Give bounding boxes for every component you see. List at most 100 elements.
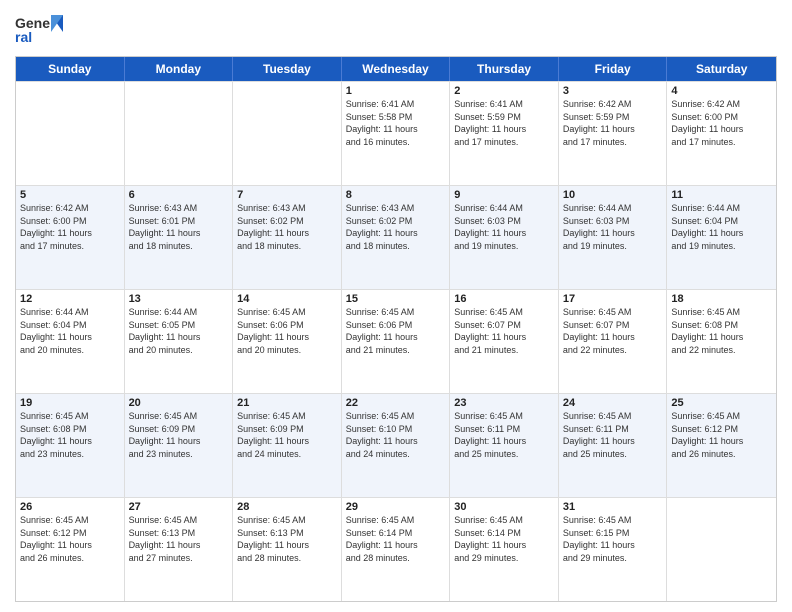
day-number: 23 [454, 397, 554, 409]
day-info: Sunrise: 6:41 AM Sunset: 5:59 PM Dayligh… [454, 98, 554, 148]
calendar-day-11: 11Sunrise: 6:44 AM Sunset: 6:04 PM Dayli… [667, 186, 776, 289]
day-number: 21 [237, 397, 337, 409]
calendar-day-12: 12Sunrise: 6:44 AM Sunset: 6:04 PM Dayli… [16, 290, 125, 393]
day-info: Sunrise: 6:45 AM Sunset: 6:08 PM Dayligh… [671, 306, 772, 356]
day-info: Sunrise: 6:45 AM Sunset: 6:15 PM Dayligh… [563, 514, 663, 564]
calendar-header: SundayMondayTuesdayWednesdayThursdayFrid… [16, 57, 776, 81]
day-info: Sunrise: 6:45 AM Sunset: 6:14 PM Dayligh… [454, 514, 554, 564]
calendar-day-7: 7Sunrise: 6:43 AM Sunset: 6:02 PM Daylig… [233, 186, 342, 289]
day-info: Sunrise: 6:45 AM Sunset: 6:07 PM Dayligh… [454, 306, 554, 356]
day-number: 29 [346, 501, 446, 513]
calendar-empty-0-1 [125, 82, 234, 185]
day-number: 8 [346, 189, 446, 201]
day-number: 12 [20, 293, 120, 305]
calendar-day-25: 25Sunrise: 6:45 AM Sunset: 6:12 PM Dayli… [667, 394, 776, 497]
day-info: Sunrise: 6:43 AM Sunset: 6:01 PM Dayligh… [129, 202, 229, 252]
day-number: 15 [346, 293, 446, 305]
day-number: 26 [20, 501, 120, 513]
day-number: 1 [346, 85, 446, 97]
day-info: Sunrise: 6:45 AM Sunset: 6:07 PM Dayligh… [563, 306, 663, 356]
day-number: 10 [563, 189, 663, 201]
header: Gene ral [15, 10, 777, 50]
page: Gene ral SundayMondayTuesdayWednesdayThu… [0, 0, 792, 612]
logo: Gene ral [15, 10, 65, 50]
day-number: 3 [563, 85, 663, 97]
calendar-day-31: 31Sunrise: 6:45 AM Sunset: 6:15 PM Dayli… [559, 498, 668, 601]
calendar-day-26: 26Sunrise: 6:45 AM Sunset: 6:12 PM Dayli… [16, 498, 125, 601]
calendar-day-10: 10Sunrise: 6:44 AM Sunset: 6:03 PM Dayli… [559, 186, 668, 289]
logo-icon: Gene ral [15, 10, 63, 50]
calendar-day-3: 3Sunrise: 6:42 AM Sunset: 5:59 PM Daylig… [559, 82, 668, 185]
weekday-header-saturday: Saturday [667, 57, 776, 81]
day-info: Sunrise: 6:45 AM Sunset: 6:09 PM Dayligh… [129, 410, 229, 460]
calendar-row-3: 19Sunrise: 6:45 AM Sunset: 6:08 PM Dayli… [16, 393, 776, 497]
day-info: Sunrise: 6:45 AM Sunset: 6:13 PM Dayligh… [237, 514, 337, 564]
calendar-day-21: 21Sunrise: 6:45 AM Sunset: 6:09 PM Dayli… [233, 394, 342, 497]
day-number: 18 [671, 293, 772, 305]
day-info: Sunrise: 6:45 AM Sunset: 6:06 PM Dayligh… [346, 306, 446, 356]
calendar-day-6: 6Sunrise: 6:43 AM Sunset: 6:01 PM Daylig… [125, 186, 234, 289]
day-info: Sunrise: 6:44 AM Sunset: 6:05 PM Dayligh… [129, 306, 229, 356]
calendar-day-27: 27Sunrise: 6:45 AM Sunset: 6:13 PM Dayli… [125, 498, 234, 601]
day-info: Sunrise: 6:45 AM Sunset: 6:06 PM Dayligh… [237, 306, 337, 356]
weekday-header-monday: Monday [125, 57, 234, 81]
day-number: 11 [671, 189, 772, 201]
day-number: 19 [20, 397, 120, 409]
calendar-day-29: 29Sunrise: 6:45 AM Sunset: 6:14 PM Dayli… [342, 498, 451, 601]
calendar-day-20: 20Sunrise: 6:45 AM Sunset: 6:09 PM Dayli… [125, 394, 234, 497]
calendar-row-0: 1Sunrise: 6:41 AM Sunset: 5:58 PM Daylig… [16, 81, 776, 185]
calendar-day-15: 15Sunrise: 6:45 AM Sunset: 6:06 PM Dayli… [342, 290, 451, 393]
calendar-day-4: 4Sunrise: 6:42 AM Sunset: 6:00 PM Daylig… [667, 82, 776, 185]
day-number: 16 [454, 293, 554, 305]
day-number: 4 [671, 85, 772, 97]
calendar-day-22: 22Sunrise: 6:45 AM Sunset: 6:10 PM Dayli… [342, 394, 451, 497]
day-info: Sunrise: 6:44 AM Sunset: 6:03 PM Dayligh… [454, 202, 554, 252]
calendar-empty-4-6 [667, 498, 776, 601]
day-info: Sunrise: 6:44 AM Sunset: 6:03 PM Dayligh… [563, 202, 663, 252]
day-info: Sunrise: 6:45 AM Sunset: 6:11 PM Dayligh… [563, 410, 663, 460]
svg-text:ral: ral [15, 29, 32, 45]
day-info: Sunrise: 6:45 AM Sunset: 6:09 PM Dayligh… [237, 410, 337, 460]
calendar-empty-0-0 [16, 82, 125, 185]
day-info: Sunrise: 6:45 AM Sunset: 6:13 PM Dayligh… [129, 514, 229, 564]
calendar-row-1: 5Sunrise: 6:42 AM Sunset: 6:00 PM Daylig… [16, 185, 776, 289]
day-number: 28 [237, 501, 337, 513]
day-info: Sunrise: 6:44 AM Sunset: 6:04 PM Dayligh… [20, 306, 120, 356]
day-info: Sunrise: 6:45 AM Sunset: 6:12 PM Dayligh… [20, 514, 120, 564]
weekday-header-wednesday: Wednesday [342, 57, 451, 81]
day-number: 25 [671, 397, 772, 409]
day-number: 31 [563, 501, 663, 513]
day-number: 6 [129, 189, 229, 201]
day-number: 5 [20, 189, 120, 201]
day-info: Sunrise: 6:42 AM Sunset: 6:00 PM Dayligh… [20, 202, 120, 252]
calendar-day-30: 30Sunrise: 6:45 AM Sunset: 6:14 PM Dayli… [450, 498, 559, 601]
day-number: 14 [237, 293, 337, 305]
day-number: 22 [346, 397, 446, 409]
day-info: Sunrise: 6:42 AM Sunset: 5:59 PM Dayligh… [563, 98, 663, 148]
calendar-day-5: 5Sunrise: 6:42 AM Sunset: 6:00 PM Daylig… [16, 186, 125, 289]
weekday-header-friday: Friday [559, 57, 668, 81]
day-info: Sunrise: 6:44 AM Sunset: 6:04 PM Dayligh… [671, 202, 772, 252]
day-number: 9 [454, 189, 554, 201]
weekday-header-sunday: Sunday [16, 57, 125, 81]
day-info: Sunrise: 6:43 AM Sunset: 6:02 PM Dayligh… [237, 202, 337, 252]
calendar-day-1: 1Sunrise: 6:41 AM Sunset: 5:58 PM Daylig… [342, 82, 451, 185]
calendar-body: 1Sunrise: 6:41 AM Sunset: 5:58 PM Daylig… [16, 81, 776, 601]
calendar-day-13: 13Sunrise: 6:44 AM Sunset: 6:05 PM Dayli… [125, 290, 234, 393]
day-number: 27 [129, 501, 229, 513]
day-number: 24 [563, 397, 663, 409]
day-number: 7 [237, 189, 337, 201]
day-number: 30 [454, 501, 554, 513]
calendar-row-4: 26Sunrise: 6:45 AM Sunset: 6:12 PM Dayli… [16, 497, 776, 601]
calendar-day-24: 24Sunrise: 6:45 AM Sunset: 6:11 PM Dayli… [559, 394, 668, 497]
calendar-day-2: 2Sunrise: 6:41 AM Sunset: 5:59 PM Daylig… [450, 82, 559, 185]
calendar-day-18: 18Sunrise: 6:45 AM Sunset: 6:08 PM Dayli… [667, 290, 776, 393]
day-info: Sunrise: 6:45 AM Sunset: 6:10 PM Dayligh… [346, 410, 446, 460]
calendar-day-8: 8Sunrise: 6:43 AM Sunset: 6:02 PM Daylig… [342, 186, 451, 289]
calendar-day-9: 9Sunrise: 6:44 AM Sunset: 6:03 PM Daylig… [450, 186, 559, 289]
calendar-row-2: 12Sunrise: 6:44 AM Sunset: 6:04 PM Dayli… [16, 289, 776, 393]
calendar-day-23: 23Sunrise: 6:45 AM Sunset: 6:11 PM Dayli… [450, 394, 559, 497]
day-info: Sunrise: 6:45 AM Sunset: 6:08 PM Dayligh… [20, 410, 120, 460]
day-info: Sunrise: 6:45 AM Sunset: 6:14 PM Dayligh… [346, 514, 446, 564]
calendar: SundayMondayTuesdayWednesdayThursdayFrid… [15, 56, 777, 602]
